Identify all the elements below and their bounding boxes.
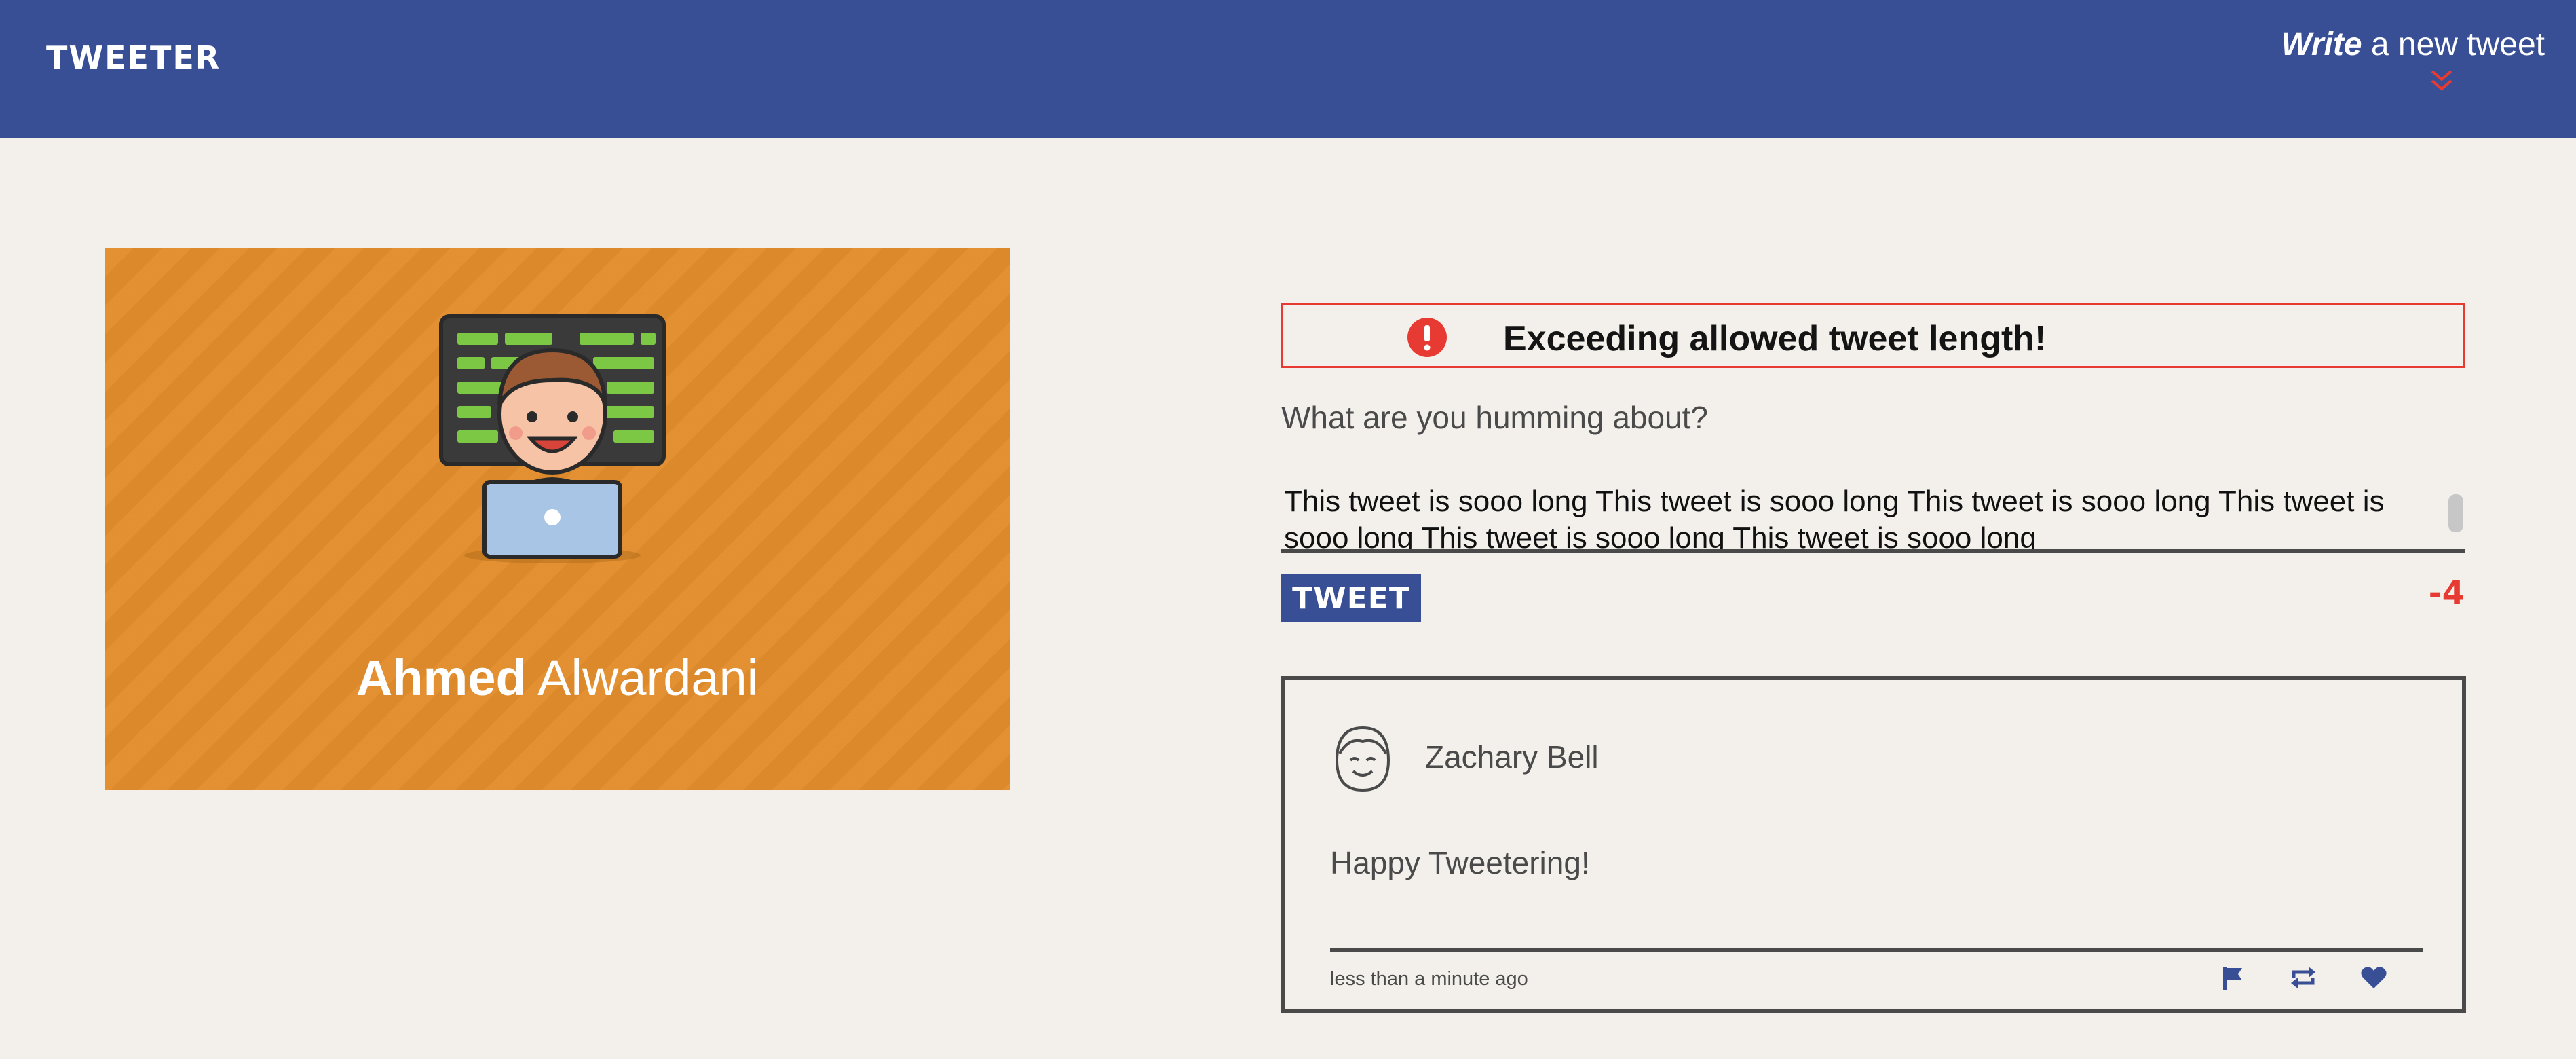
exclamation-icon [1407,318,1447,357]
compose-toggle-strong: Write [2281,26,2362,62]
char-counter: -4 [2428,574,2465,612]
tweet-textarea[interactable]: This tweet is sooo long This tweet is so… [1281,478,2440,549]
top-nav: TWEETER Write a new tweet [0,0,2576,138]
profile-last-name: Alwardani [526,650,759,706]
tweet-divider [1330,948,2423,952]
tweet-card: Zachary Bell Happy Tweetering! less than… [1281,676,2466,1013]
app-logo[interactable]: TWEETER [46,39,221,76]
double-chevron-down-icon[interactable] [2428,67,2455,94]
compose-textarea-wrapper: This tweet is sooo long This tweet is so… [1281,478,2465,553]
compose-prompt: What are you humming about? [1281,400,1709,435]
developer-avatar-illustration [439,314,666,563]
tweet-button[interactable]: TWEET [1281,574,1421,622]
profile-card: Ahmed Alwardani [105,248,1010,790]
face-avatar-icon [1335,726,1390,792]
textarea-scrollbar[interactable] [2448,494,2463,532]
tweet-timestamp: less than a minute ago [1330,968,1528,990]
tweet-actions [2218,963,2389,992]
error-message: Exceeding allowed tweet length! [1503,319,2047,358]
tweet-content: Happy Tweetering! [1330,845,1590,880]
tweet-author: Zachary Bell [1425,739,1599,775]
compose-toggle-rest: a new tweet [2362,26,2545,62]
profile-first-name: Ahmed [356,650,527,706]
error-banner: Exceeding allowed tweet length! [1281,303,2465,368]
profile-name: Ahmed Alwardani [105,649,1010,707]
retweet-icon[interactable] [2288,963,2318,992]
flag-icon[interactable] [2218,963,2248,992]
write-new-tweet-toggle[interactable]: Write a new tweet [2281,26,2545,94]
heart-icon[interactable] [2359,963,2389,992]
